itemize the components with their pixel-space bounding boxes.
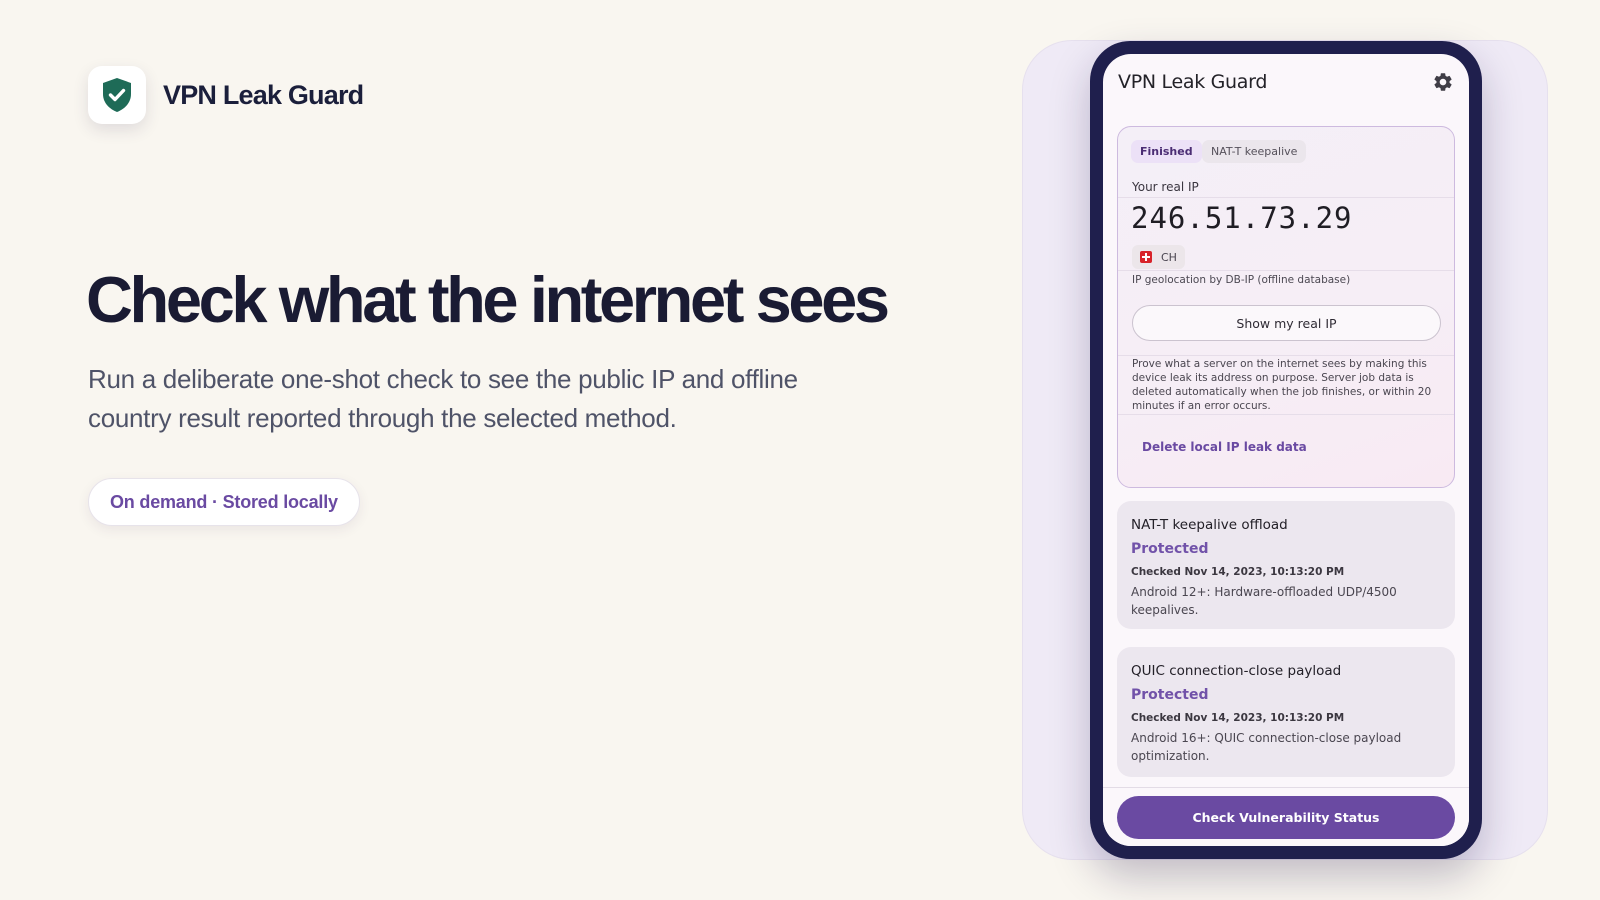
- status-chip: Finished: [1131, 140, 1202, 163]
- result-status: Protected: [1131, 541, 1209, 557]
- result-checked-time: Checked Nov 14, 2023, 10:13:20 PM: [1131, 712, 1345, 724]
- geolocation-note: IP geolocation by DB-IP (offline databas…: [1132, 274, 1351, 286]
- brand: VPN Leak Guard: [88, 66, 364, 124]
- swiss-flag-icon: [1140, 251, 1152, 263]
- hero-subtitle: Run a deliberate one-shot check to see t…: [88, 364, 798, 433]
- feature-pill: On demand · Stored locally: [88, 478, 360, 526]
- brand-name: VPN Leak Guard: [163, 79, 364, 110]
- result-checked-time: Checked Nov 14, 2023, 10:13:20 PM: [1131, 566, 1345, 578]
- result-title: NAT-T keepalive offload: [1131, 517, 1288, 533]
- result-title: QUIC connection-close payload: [1131, 663, 1342, 679]
- result-card-nat-t[interactable]: NAT-T keepalive offload Protected Checke…: [1117, 501, 1455, 629]
- divider: [1118, 270, 1454, 271]
- leak-description: Prove what a server on the internet sees…: [1132, 358, 1432, 412]
- real-ip-value: 246.51.73.29: [1131, 201, 1353, 235]
- country-chip: CH: [1132, 245, 1185, 269]
- divider: [1118, 355, 1454, 356]
- phone-frame: VPN Leak Guard Finished NAT-T keepalive …: [1090, 41, 1482, 859]
- check-vulnerability-button[interactable]: Check Vulnerability Status: [1117, 796, 1455, 839]
- divider: [1118, 414, 1454, 415]
- app-bar: VPN Leak Guard: [1103, 54, 1469, 112]
- divider: [1118, 197, 1454, 198]
- result-card-quic[interactable]: QUIC connection-close payload Protected …: [1117, 647, 1455, 777]
- method-chip: NAT-T keepalive: [1202, 140, 1307, 163]
- result-description: Android 16+: QUIC connection-close paylo…: [1131, 731, 1402, 763]
- shield-check-icon: [88, 66, 146, 124]
- gear-icon[interactable]: [1432, 71, 1454, 93]
- delete-leak-data-button[interactable]: Delete local IP leak data: [1142, 440, 1307, 454]
- hero-headline: Check what the internet sees: [86, 263, 890, 336]
- show-real-ip-button[interactable]: Show my real IP: [1132, 305, 1441, 341]
- result-status: Protected: [1131, 687, 1209, 703]
- real-ip-label: Your real IP: [1132, 180, 1199, 194]
- result-description: Android 12+: Hardware-offloaded UDP/4500…: [1131, 585, 1397, 617]
- bottom-action-bar: Check Vulnerability Status: [1103, 787, 1469, 846]
- country-code: CH: [1161, 250, 1177, 264]
- app-title: VPN Leak Guard: [1118, 71, 1268, 93]
- ip-leak-card: Finished NAT-T keepalive Your real IP 24…: [1117, 126, 1455, 488]
- app-screen: VPN Leak Guard Finished NAT-T keepalive …: [1103, 54, 1469, 846]
